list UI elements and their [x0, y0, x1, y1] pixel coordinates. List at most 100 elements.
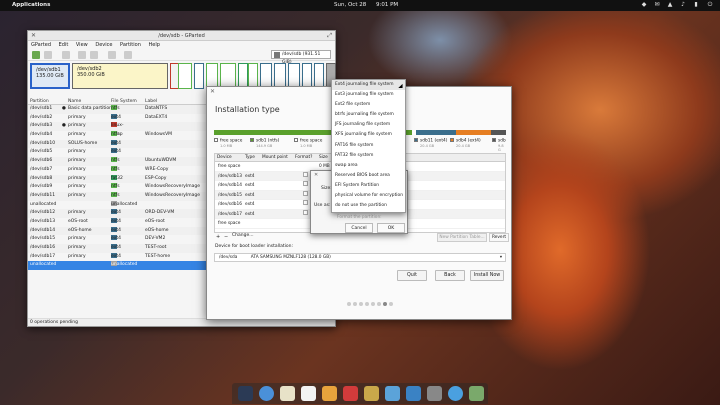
dropdown-option[interactable]: FAT32 file system	[332, 151, 405, 161]
mail-icon[interactable]: ✉	[653, 1, 661, 9]
software-icon[interactable]	[448, 386, 463, 401]
name-cell: SOLUS-home	[68, 140, 98, 146]
boot-loader-select[interactable]: /dev/sda ATA SAMSUNG MZNLF128 (128.0 GB)…	[214, 253, 506, 262]
dropdown-option[interactable]: Reserved BIOS boot area	[332, 171, 405, 181]
installer-icon[interactable]	[469, 386, 484, 401]
label-cell: DataEXT4	[145, 114, 168, 120]
menu-view[interactable]: View	[76, 42, 88, 48]
new-partition-table-button[interactable]: New Partition Table...	[437, 233, 487, 242]
close-icon[interactable]: ✕	[210, 88, 215, 95]
map-segment[interactable]	[194, 63, 204, 89]
dropdown-option[interactable]: Ext2 file system	[332, 100, 405, 110]
quit-button[interactable]: Quit	[397, 270, 427, 281]
column-header[interactable]: Device	[217, 155, 232, 160]
format-checkbox[interactable]	[303, 200, 308, 205]
use-as-label: Use as:	[314, 203, 331, 208]
dropdown-option[interactable]: swap area	[332, 161, 405, 171]
type-cell: ext4	[245, 183, 255, 188]
dropdown-option[interactable]: FAT16 file system	[332, 141, 405, 151]
menu-gparted[interactable]: GParted	[31, 42, 51, 48]
legend-swatch	[450, 138, 454, 142]
files-icon[interactable]	[406, 386, 421, 401]
column-header[interactable]: Type	[245, 155, 255, 160]
format-checkbox[interactable]	[303, 209, 308, 215]
new-partition-icon[interactable]	[32, 51, 40, 59]
menu-partition[interactable]: Partition	[120, 42, 141, 48]
battery-icon[interactable]: ▮	[692, 1, 700, 9]
notification-icon[interactable]: ◆	[640, 1, 648, 9]
dropdown-option[interactable]: Ext4 journaling file system	[332, 80, 405, 91]
column-header[interactable]: Mount point	[262, 155, 288, 160]
column-header[interactable]: Partition	[30, 99, 49, 104]
network-icon[interactable]: ▲	[666, 1, 674, 9]
dropdown-option[interactable]: Ext3 journaling file system	[332, 90, 405, 100]
name-cell: primary	[68, 132, 86, 138]
gparted-titlebar[interactable]: ✕ /dev/sdb - GParted ⤢	[28, 31, 335, 41]
remove-partition-button[interactable]: −	[224, 234, 228, 240]
device-selector[interactable]: /dev/sdb (931.51 GiB)	[271, 50, 331, 65]
volume-icon[interactable]: ♪	[679, 1, 687, 9]
window-title: /dev/sdb - GParted	[158, 33, 205, 39]
mail-icon[interactable]	[280, 386, 295, 401]
partition-cell: /dev/sdb10	[30, 140, 56, 146]
fs-label: ext4	[111, 253, 121, 259]
label-cell: WRE-Copy	[145, 166, 169, 172]
applications-menu[interactable]: Applications	[12, 2, 50, 8]
calendar-icon[interactable]	[301, 386, 316, 401]
dropdown-option[interactable]: physical volume for encryption	[332, 191, 405, 201]
dropdown-option[interactable]: EFI System Partition	[332, 181, 405, 191]
power-icon[interactable]: ⏻	[706, 1, 714, 9]
format-checkbox[interactable]	[303, 190, 308, 196]
datetime-indicator[interactable]: Sun, Oct 28 9:01 PM	[334, 2, 406, 8]
column-header[interactable]: Size	[319, 155, 328, 160]
app-center-icon[interactable]	[385, 386, 400, 401]
videos-icon[interactable]	[343, 386, 358, 401]
top-panel: Applications Sun, Oct 28 9:01 PM ◆ ✉ ▲ ♪…	[0, 0, 720, 11]
photos-icon[interactable]	[364, 386, 379, 401]
column-header[interactable]: Format?	[295, 155, 312, 160]
legend-swatch	[250, 138, 254, 142]
add-partition-button[interactable]: +	[216, 234, 220, 240]
close-icon[interactable]: ✕	[314, 172, 318, 178]
settings-icon[interactable]	[427, 386, 442, 401]
revert-button[interactable]: Revert	[489, 233, 509, 242]
format-checkbox[interactable]	[303, 171, 308, 177]
music-icon[interactable]	[322, 386, 337, 401]
label-cell: ORD-DEV-VM	[145, 210, 175, 216]
paste-icon[interactable]	[90, 51, 98, 59]
format-checkbox-label[interactable]: Format the partition:	[337, 215, 382, 220]
legend-item: sdb11 (ext4) 20.4 GB	[414, 138, 447, 148]
type-cell: ext4	[245, 173, 255, 179]
maximize-icon[interactable]: ⤢	[327, 31, 332, 41]
column-header[interactable]: File System	[111, 99, 137, 104]
copy-icon[interactable]	[78, 51, 86, 59]
dropdown-option[interactable]: XFS journaling file system	[332, 130, 405, 140]
menu-device[interactable]: Device	[95, 42, 112, 48]
delete-partition-icon[interactable]	[44, 51, 52, 59]
close-icon[interactable]: ✕	[31, 31, 36, 41]
undo-icon[interactable]	[108, 51, 116, 59]
menu-edit[interactable]: Edit	[59, 42, 69, 48]
cancel-button[interactable]: Cancel	[345, 223, 373, 233]
change-button[interactable]: Change...	[232, 233, 254, 238]
multitasking-view-icon[interactable]	[238, 386, 253, 401]
column-header[interactable]: Label	[145, 99, 157, 104]
map-segment-sdb2[interactable]: /dev/sdb2 350.00 GiB	[72, 63, 168, 89]
dropdown-option[interactable]: do not use the partition	[332, 201, 405, 211]
apply-icon[interactable]	[124, 51, 132, 59]
map-segment-sdb1[interactable]: /dev/sdb1 135.00 GiB	[30, 63, 70, 89]
install-now-button[interactable]: Install Now	[470, 270, 504, 281]
name-cell: primary	[68, 253, 86, 259]
menu-help[interactable]: Help	[148, 42, 159, 48]
map-segment[interactable]	[178, 63, 192, 89]
web-browser-icon[interactable]	[259, 386, 274, 401]
format-checkbox[interactable]	[303, 181, 308, 186]
back-button[interactable]: Back	[435, 270, 465, 281]
ok-button[interactable]: OK	[377, 223, 405, 233]
dropdown-option[interactable]: btrfs journaling file system	[332, 110, 405, 120]
dropdown-option[interactable]: JFS journaling file system	[332, 120, 405, 130]
column-header[interactable]: Name	[68, 99, 81, 104]
resize-icon[interactable]	[62, 51, 70, 59]
partition-cell: /dev/sdb8	[30, 175, 53, 181]
legend-swatch	[214, 138, 218, 142]
